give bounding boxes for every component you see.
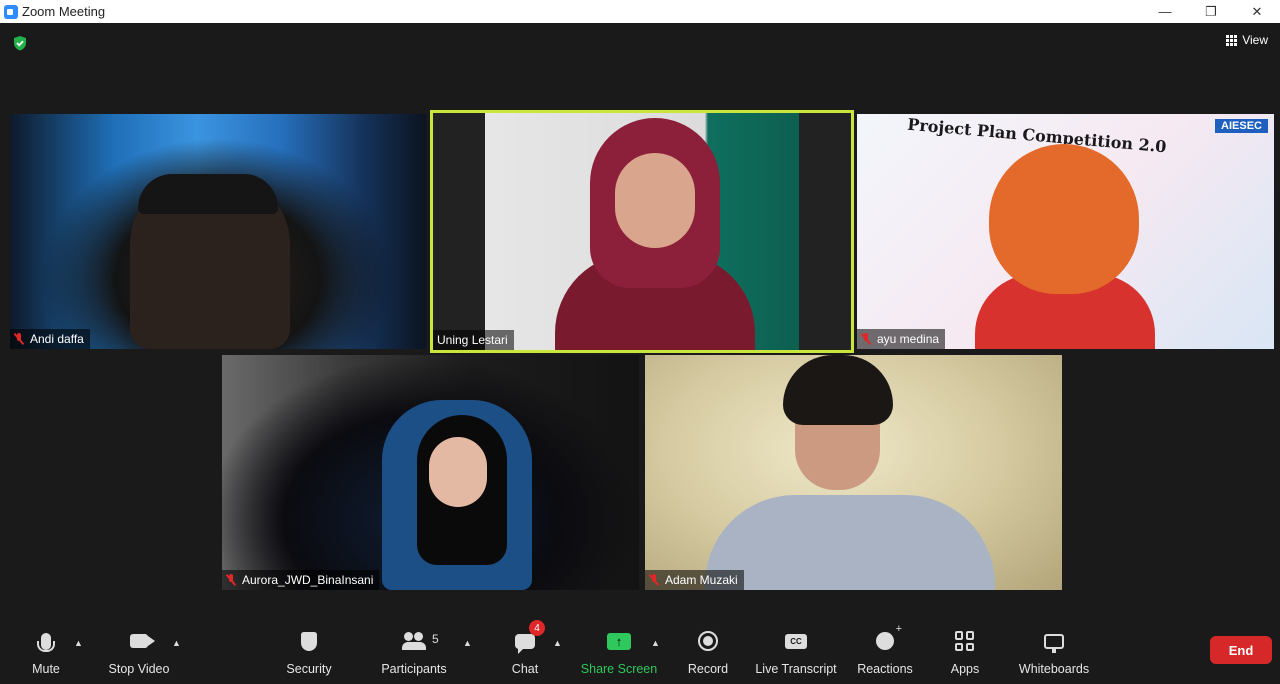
video-tile-andi[interactable]: Andi daffa xyxy=(10,114,426,349)
chat-button[interactable]: 4 Chat xyxy=(506,620,545,684)
microphone-icon xyxy=(37,632,55,652)
participant-shirt xyxy=(705,495,995,590)
whiteboards-button[interactable]: Whiteboards xyxy=(1016,626,1092,684)
stop-video-button[interactable]: Stop Video xyxy=(104,626,174,684)
name-tag: ayu medina xyxy=(857,329,946,349)
closed-caption-icon: CC xyxy=(785,633,807,649)
chat-label: Chat xyxy=(511,662,539,676)
reactions-label: Reactions xyxy=(857,662,913,676)
encryption-shield-icon[interactable] xyxy=(12,35,28,51)
view-button[interactable]: View xyxy=(1226,33,1268,47)
record-icon xyxy=(698,631,718,651)
participant-video xyxy=(485,113,799,350)
participant-name: Uning Lestari xyxy=(437,333,508,347)
video-options-caret-icon[interactable]: ▲ xyxy=(172,638,182,648)
restore-button[interactable]: ❐ xyxy=(1188,0,1234,23)
video-tile-ayu[interactable]: Project Plan Competition 2.0 AIESEC ayu … xyxy=(857,114,1274,349)
mute-label: Mute xyxy=(32,662,60,676)
close-button[interactable]: ✕ xyxy=(1234,0,1280,23)
video-tile-uning[interactable]: Uning Lestari xyxy=(430,110,854,353)
security-label: Security xyxy=(286,662,332,676)
video-camera-icon xyxy=(130,634,155,648)
participants-button[interactable]: 5 Participants xyxy=(380,626,448,684)
video-tile-adam[interactable]: Adam Muzaki xyxy=(645,355,1062,590)
record-label: Record xyxy=(687,662,729,676)
mic-muted-icon xyxy=(14,333,24,345)
live-transcript-button[interactable]: CC Live Transcript xyxy=(754,626,838,684)
meeting-area: View Andi daffa Uning Lestari Project Pl… xyxy=(0,23,1280,684)
participant-name: ayu medina xyxy=(877,332,940,346)
apps-label: Apps xyxy=(950,662,980,676)
meeting-toolbar: Mute ▲ Stop Video ▲ Security 5 Participa… xyxy=(0,620,1280,684)
participants-options-caret-icon[interactable]: ▲ xyxy=(463,638,473,648)
share-screen-arrow-icon: ↑ xyxy=(607,632,631,650)
whiteboard-icon xyxy=(1044,633,1064,653)
name-tag: Aurora_JWD_BinaInsani xyxy=(222,570,380,590)
participant-name: Adam Muzaki xyxy=(665,573,738,587)
name-tag: Uning Lestari xyxy=(433,330,514,350)
apps-button[interactable]: Apps xyxy=(946,626,984,684)
participant-cap xyxy=(138,174,278,214)
reactions-smiley-icon xyxy=(876,623,902,650)
participant-name: Aurora_JWD_BinaInsani xyxy=(242,573,374,587)
share-screen-button[interactable]: ↑ Share Screen xyxy=(580,626,658,684)
whiteboards-label: Whiteboards xyxy=(1018,662,1090,676)
zoom-app-icon xyxy=(4,4,18,19)
title-bar: Zoom Meeting — ❐ ✕ xyxy=(0,0,1280,23)
live-transcript-label: Live Transcript xyxy=(755,662,837,676)
video-tile-aurora[interactable]: Aurora_JWD_BinaInsani xyxy=(222,355,639,590)
chat-icon xyxy=(515,633,535,654)
reactions-button[interactable]: Reactions xyxy=(856,623,914,684)
record-button[interactable]: Record xyxy=(686,626,730,684)
name-tag: Adam Muzaki xyxy=(645,570,744,590)
security-shield-icon xyxy=(301,631,317,651)
chat-unread-badge: 4 xyxy=(529,620,545,636)
security-button[interactable]: Security xyxy=(284,626,334,684)
aiesec-badge: AIESEC xyxy=(1215,119,1268,133)
window-controls: — ❐ ✕ xyxy=(1142,0,1280,23)
participants-icon xyxy=(402,632,426,650)
share-screen-label: Share Screen xyxy=(580,662,658,676)
audio-options-caret-icon[interactable]: ▲ xyxy=(74,638,84,648)
participant-face xyxy=(429,437,487,507)
end-meeting-button[interactable]: End xyxy=(1210,636,1272,664)
mic-muted-icon xyxy=(226,574,236,586)
chat-options-caret-icon[interactable]: ▲ xyxy=(553,638,563,648)
mic-muted-icon xyxy=(861,333,871,345)
window-title: Zoom Meeting xyxy=(22,4,106,19)
participants-label: Participants xyxy=(381,662,447,676)
mic-muted-icon xyxy=(649,574,659,586)
minimize-button[interactable]: — xyxy=(1142,0,1188,23)
participant-name: Andi daffa xyxy=(30,332,84,346)
share-options-caret-icon[interactable]: ▲ xyxy=(651,638,661,648)
mute-button[interactable]: Mute xyxy=(22,626,70,684)
name-tag: Andi daffa xyxy=(10,329,90,349)
grid-view-icon xyxy=(1226,34,1238,46)
view-label: View xyxy=(1242,33,1268,47)
participants-count: 5 xyxy=(432,632,439,646)
apps-icon xyxy=(955,631,975,651)
stop-video-label: Stop Video xyxy=(108,662,170,676)
fox-avatar xyxy=(989,144,1139,294)
participant-hair xyxy=(783,355,893,425)
